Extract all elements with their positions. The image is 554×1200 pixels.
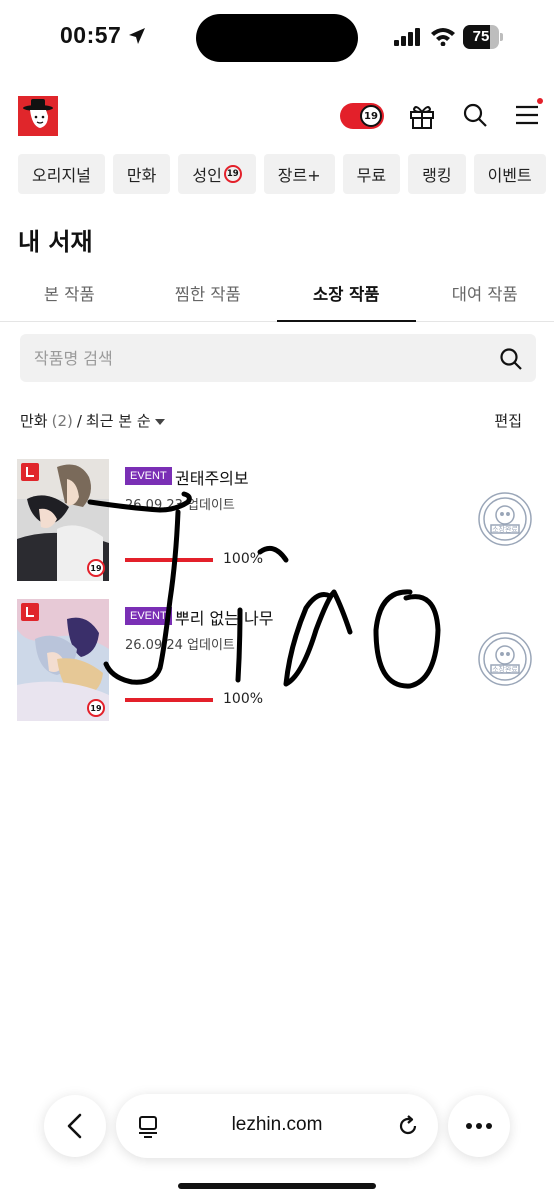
address-bar[interactable]: lezhin.com [116,1094,438,1158]
lezhin-logo-icon[interactable] [18,96,58,136]
dynamic-island [196,14,358,62]
reload-icon[interactable] [396,1114,420,1142]
url-text: lezhin.com [231,1114,323,1135]
read-progress-bar [125,558,213,562]
adult-mode-toggle[interactable]: 19 [340,103,384,129]
adult-19-icon: 19 [223,165,242,183]
status-bar: 00:57 75 [0,0,554,76]
battery-level: 75 [472,28,490,45]
chip-ranking[interactable]: 랭킹 [408,154,466,194]
library-tabs: 본 작품 찜한 작품 소장 작품 대여 작품 [0,270,554,322]
event-badge: EVENT [125,607,172,625]
item-title: 뿌리 없는 나무 [175,609,274,628]
chip-adult[interactable]: 성인 19 [178,154,256,194]
gift-icon[interactable] [408,102,436,134]
search-icon[interactable] [499,347,523,375]
tab-rented[interactable]: 대여 작품 [416,270,554,321]
chip-genre-plus[interactable]: 장르+ [263,154,335,194]
filter-count: (2) [51,411,73,430]
category-chips: 오리지널 만화 성인 19 장르+ 무료 랭킹 이벤트 [18,154,554,194]
cover-image: 19 [17,459,109,581]
cover-image: 19 [17,599,109,721]
item-update-date: 26.09.24 업데이트 [125,638,235,653]
notification-dot [537,98,543,104]
ellipsis-icon [466,1123,492,1129]
cellular-signal-icon [394,28,422,50]
location-arrow-icon [128,27,146,49]
owned-stamp-label: 소장완료 [492,665,518,674]
chip-comics[interactable]: 만화 [112,154,171,194]
wifi-icon [430,26,456,50]
owned-stamp-icon: 소장완료 [477,491,533,547]
owned-stamp-label: 소장완료 [492,525,518,534]
page-title: 내 서재 [18,228,93,256]
item-update-date: 26.09.23 업데이트 [125,498,235,513]
tab-wishlist[interactable]: 찜한 작품 [139,270,278,321]
chip-free[interactable]: 무료 [342,154,401,194]
browser-bottom-bar: lezhin.com [0,1094,554,1158]
lezhin-mark-icon [21,603,39,621]
read-progress-bar [125,698,213,702]
event-badge: EVENT [125,467,172,485]
filter-sort-label: 최근 본 순 [85,412,151,430]
back-button[interactable] [44,1095,106,1157]
list-item[interactable]: 19 EVENT 권태주의보 26.09.23 업데이트 100% 소장완료 [17,459,537,581]
chevron-left-icon [67,1113,82,1139]
tab-viewed[interactable]: 본 작품 [0,270,139,321]
owned-stamp-icon: 소장완료 [477,631,533,687]
lezhin-mark-icon [21,463,39,481]
filter-separator: / [76,411,82,430]
home-indicator [178,1183,376,1189]
adult-19-icon: 19 [360,105,382,127]
search-icon[interactable] [462,102,488,132]
title-search-box [20,334,536,382]
tab-owned[interactable]: 소장 작품 [277,270,416,322]
app-header: 19 [0,94,554,138]
item-title: 권태주의보 [175,469,249,488]
edit-button[interactable]: 편집 [494,410,522,431]
list-item[interactable]: 19 EVENT 뿌리 없는 나무 26.09.24 업데이트 100% 소장완… [17,599,537,721]
read-progress-text: 100% [223,551,264,567]
adult-19-icon: 19 [87,559,105,577]
sort-dropdown[interactable]: 만화 (2) / 최근 본 순 [20,410,165,431]
status-time: 00:57 [60,22,122,48]
hamburger-menu-icon[interactable] [514,103,540,131]
dropdown-caret-icon [154,412,165,430]
more-options-button[interactable] [448,1095,510,1157]
adult-19-icon: 19 [87,699,105,717]
chip-event[interactable]: 이벤트 [473,154,546,194]
battery-icon: 75 [463,25,503,49]
read-progress-text: 100% [223,691,264,707]
filter-row: 만화 (2) / 최근 본 순 편집 [20,408,536,432]
title-search-input[interactable] [34,334,474,382]
filter-category: 만화 [20,412,48,430]
chip-original[interactable]: 오리지널 [18,154,105,194]
